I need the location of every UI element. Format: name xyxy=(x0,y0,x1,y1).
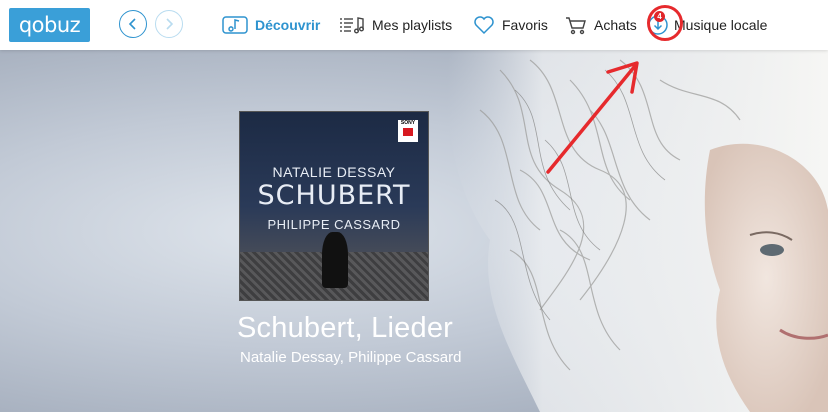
chevron-left-icon xyxy=(128,18,136,30)
cover-artist-line-2: PHILIPPE CASSARD xyxy=(267,217,401,232)
cover-artist-line-1: NATALIE DESSAY xyxy=(272,164,396,180)
menu-item-playlists[interactable]: Mes playlists xyxy=(339,13,452,37)
heart-icon xyxy=(474,16,494,35)
annotation-arrow xyxy=(546,61,639,174)
album-cover[interactable]: SONY NATALIE DESSAY SCHUBERT PHILIPPE CA… xyxy=(239,111,429,301)
top-bar: qobuz Découvrir Mes playlists Favoris Ac… xyxy=(0,0,828,50)
back-button[interactable] xyxy=(119,10,147,38)
album-artist[interactable]: Natalie Dessay, Philippe Cassard xyxy=(240,349,462,366)
chevron-right-icon xyxy=(166,18,174,30)
menu-item-achats[interactable]: Achats xyxy=(565,13,637,37)
cover-title: SCHUBERT xyxy=(257,180,411,211)
hero-banner[interactable]: SONY NATALIE DESSAY SCHUBERT PHILIPPE CA… xyxy=(0,50,828,412)
cover-figure xyxy=(322,232,348,288)
menu-label: Favoris xyxy=(502,17,548,33)
notification-badge: 4 xyxy=(654,11,665,22)
menu-label: Achats xyxy=(594,17,637,33)
qobuz-logo[interactable]: qobuz xyxy=(9,8,90,42)
forward-button[interactable] xyxy=(155,10,183,38)
menu-item-decouvrir[interactable]: Découvrir xyxy=(222,13,320,37)
menu-label: Musique locale xyxy=(674,17,768,33)
annotation-highlight-circle xyxy=(647,5,683,41)
menu-label: Découvrir xyxy=(255,17,321,33)
album-title[interactable]: Schubert, Lieder xyxy=(237,312,453,345)
cart-icon xyxy=(566,17,586,35)
sony-logo: SONY xyxy=(398,120,418,142)
music-note-icon xyxy=(222,16,248,34)
menu-label: Mes playlists xyxy=(372,17,453,33)
menu-item-favoris[interactable]: Favoris xyxy=(473,13,548,37)
playlist-icon xyxy=(340,17,365,34)
